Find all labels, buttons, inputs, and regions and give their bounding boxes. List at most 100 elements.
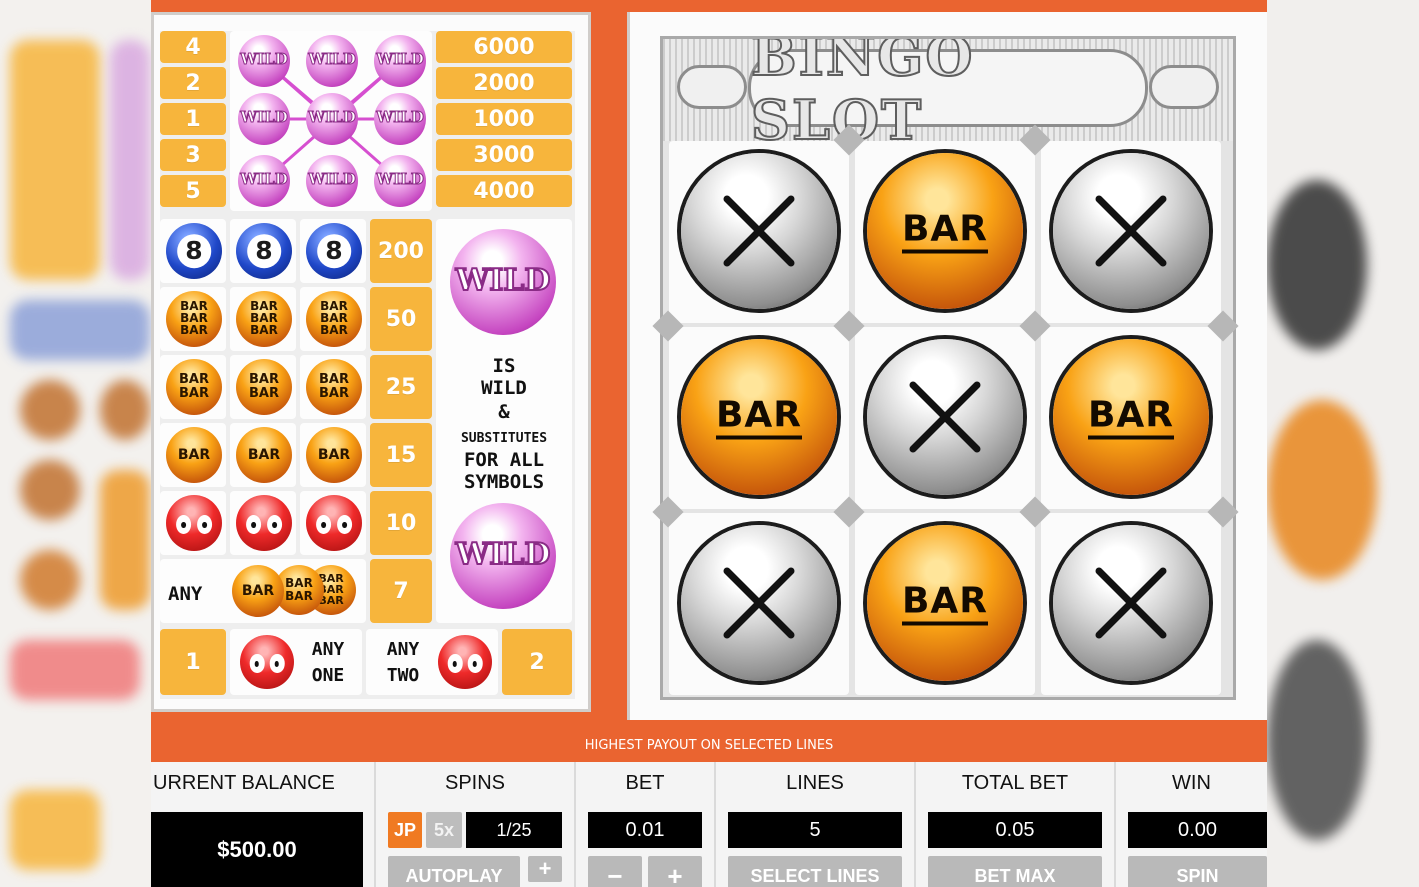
- reel-slot: [1041, 141, 1221, 323]
- reel-slot: BAR: [855, 513, 1035, 695]
- reel-slot: [855, 327, 1035, 509]
- combo-cell: BAR: [230, 423, 296, 487]
- balance-label: URRENT BALANCE: [153, 772, 335, 794]
- single-bar-icon: BAR: [232, 565, 284, 617]
- wild-ball-icon: WILD: [450, 503, 556, 609]
- jp-button[interactable]: JP: [388, 812, 422, 848]
- wild-ball-icon: WILD: [374, 93, 426, 145]
- win-section: WIN 0.00 SPIN: [1116, 762, 1267, 887]
- triple-bar-icon: BAR BAR BAR: [166, 291, 222, 347]
- paytable: 4 2 1 3 5 6000 2000 1000 3000 4000 WILD …: [151, 12, 591, 712]
- triple-bar-icon: BAR BAR BAR: [236, 291, 292, 347]
- line-prize: 4000: [436, 175, 572, 207]
- wild-ball-icon: WILD: [238, 93, 290, 145]
- wild-ball-icon: WILD: [306, 93, 358, 145]
- lines-section: LINES 5 SELECT LINES: [716, 762, 916, 887]
- bet-plus-button[interactable]: +: [648, 856, 702, 887]
- combo-cell: BAR BAR: [230, 355, 296, 419]
- bar-ball-icon: BAR: [867, 153, 1023, 309]
- combo-cell: [300, 491, 366, 555]
- any-one-payout: 1: [160, 629, 226, 695]
- double-bar-icon: BAR BAR: [166, 359, 222, 415]
- spin-button[interactable]: SPIN: [1128, 856, 1267, 887]
- eight-ball-icon: 8: [236, 223, 292, 279]
- any-bar-cell: ANY BAR BAR BAR BAR BAR BAR: [160, 559, 366, 623]
- combo-cell: BAR: [300, 423, 366, 487]
- five-x-button[interactable]: 5x: [426, 812, 462, 848]
- combo-payout: 200: [370, 219, 432, 283]
- single-bar-icon: BAR: [166, 427, 222, 483]
- game-screen: 4 2 1 3 5 6000 2000 1000 3000 4000 WILD …: [0, 0, 1419, 887]
- balance-section: URRENT BALANCE $500.00: [151, 762, 376, 887]
- line-number: 2: [160, 67, 226, 99]
- red-face-ball-icon: [438, 635, 492, 689]
- any-one-cell: ANY ONE: [230, 629, 362, 695]
- spins-label: SPINS: [444, 772, 506, 794]
- combo-cell: BAR BAR BAR: [230, 287, 296, 351]
- line-number: 5: [160, 175, 226, 207]
- x-ball-icon: [681, 525, 837, 681]
- combo-payout: 10: [370, 491, 432, 555]
- control-panel: URRENT BALANCE $500.00 SPINS JP 5x 1/25 …: [151, 762, 1267, 887]
- bet-max-button[interactable]: BET MAX: [928, 856, 1102, 887]
- combo-cell: BAR BAR: [160, 355, 226, 419]
- combo-payout: 25: [370, 355, 432, 419]
- x-ball-icon: [681, 153, 837, 309]
- select-lines-button[interactable]: SELECT LINES: [728, 856, 902, 887]
- x-ball-icon: [1053, 525, 1209, 681]
- line-prize: 2000: [436, 67, 572, 99]
- bar-ball-icon: BAR: [1053, 339, 1209, 495]
- wild-ball-icon: WILD: [374, 155, 426, 207]
- reel-slot: [669, 513, 849, 695]
- wild-ball-icon: WILD: [306, 155, 358, 207]
- wild-ball-icon: WILD: [450, 229, 556, 335]
- payout-notice: HIGHEST PAYOUT ON SELECTED LINES: [584, 738, 834, 753]
- combo-cell: [230, 491, 296, 555]
- paytable-grid: 4 2 1 3 5 6000 2000 1000 3000 4000 WILD …: [160, 31, 575, 699]
- x-ball-icon: [867, 339, 1023, 495]
- combo-cell: 8: [160, 219, 226, 283]
- left-blur-edge: [0, 0, 151, 887]
- combo-cell: 8: [230, 219, 296, 283]
- line-number: 1: [160, 103, 226, 135]
- reel-slot: [669, 141, 849, 323]
- bet-value: 0.01: [588, 812, 702, 848]
- reel-slot: BAR: [669, 327, 849, 509]
- game-title: BINGO SLOT: [750, 39, 975, 141]
- line-prize: 3000: [436, 139, 572, 171]
- red-face-ball-icon: [240, 635, 294, 689]
- combo-payout: 15: [370, 423, 432, 487]
- wild-info-panel: WILD IS WILD & SUBSTITUTES FOR ALL SYMBO…: [436, 219, 572, 623]
- line-number: 3: [160, 139, 226, 171]
- combo-cell: [160, 491, 226, 555]
- single-bar-icon: BAR: [306, 427, 362, 483]
- total-bet-label: TOTAL BET: [961, 772, 1069, 794]
- wild-ball-icon: WILD: [374, 35, 426, 87]
- reel-slot: [1041, 513, 1221, 695]
- win-label: WIN: [1172, 772, 1211, 794]
- combo-cell: BAR BAR BAR: [160, 287, 226, 351]
- bar-ball-icon: BAR: [867, 525, 1023, 681]
- wild-ball-icon: WILD: [238, 155, 290, 207]
- scroll-ornament-left: [677, 65, 747, 109]
- reel-grid: BAR BAR BAR BAR: [652, 124, 1239, 695]
- game-area: 4 2 1 3 5 6000 2000 1000 3000 4000 WILD …: [151, 0, 1267, 887]
- total-bet-value: 0.05: [928, 812, 1102, 848]
- combo-cell: BAR: [160, 423, 226, 487]
- combo-cell: 8: [300, 219, 366, 283]
- scroll-ornament-right: [1149, 65, 1219, 109]
- balance-value: $500.00: [151, 812, 363, 887]
- bar-ball-icon: BAR: [681, 339, 837, 495]
- spins-value: 1/25: [466, 812, 562, 848]
- reel-slot: BAR: [1041, 327, 1221, 509]
- combo-cell: BAR BAR: [300, 355, 366, 419]
- lines-label: LINES: [786, 772, 844, 794]
- any-two-payout: 2: [502, 629, 572, 695]
- bet-minus-button[interactable]: −: [588, 856, 642, 887]
- wild-lines-grid: WILD WILD WILD WILD WILD WILD WILD WILD …: [230, 31, 432, 211]
- wild-ball-icon: WILD: [306, 35, 358, 87]
- autoplay-button[interactable]: AUTOPLAY: [388, 856, 520, 887]
- title-banner: BINGO SLOT: [663, 39, 1233, 141]
- spins-plus-button[interactable]: +: [528, 856, 562, 882]
- combo-payout: 7: [370, 559, 432, 623]
